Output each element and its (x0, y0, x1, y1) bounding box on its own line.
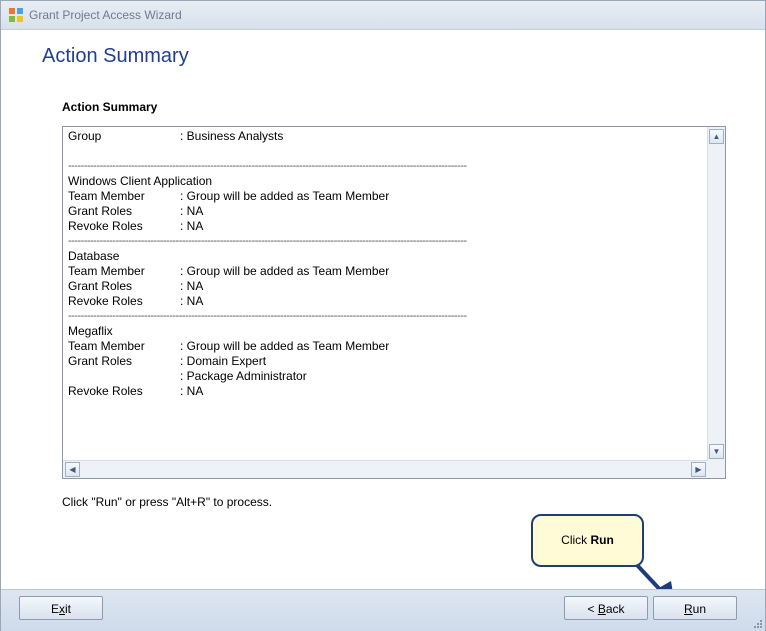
summary-value: : NA (180, 294, 204, 308)
callout-emphasis: Run (590, 533, 614, 547)
summary-entry: Revoke Roles : NA (68, 384, 548, 399)
summary-entry: Team Member : Group will be added as Team… (68, 339, 548, 354)
summary-value: : NA (180, 279, 204, 293)
scroll-down-icon[interactable]: ▼ (709, 444, 724, 459)
scroll-up-icon[interactable]: ▲ (709, 129, 724, 144)
summary-entry: Revoke Roles : NA (68, 294, 548, 309)
summary-value: : Domain Expert (180, 354, 267, 368)
summary-separator: ----------------------------------------… (68, 310, 467, 322)
app-icon (9, 8, 23, 22)
summary-entry: Group : Business Analysts (68, 129, 548, 144)
summary-value: : Business Analysts (180, 129, 284, 143)
section-label: Action Summary (62, 100, 158, 114)
summary-entry: Grant Roles : NA (68, 279, 548, 294)
summary-section-title: Database (68, 249, 120, 263)
summary-entry: Revoke Roles : NA (68, 219, 548, 234)
summary-separator: ----------------------------------------… (68, 160, 467, 172)
run-button[interactable]: Run (653, 596, 737, 620)
summary-entry: Team Member : Group will be added as Team… (68, 189, 548, 204)
summary-entry: Grant Roles : Domain Expert (68, 354, 548, 369)
summary-value: : Package Administrator (180, 369, 307, 383)
summary-key: Team Member (68, 189, 145, 203)
summary-key: Group (68, 129, 102, 143)
back-button[interactable]: < Back (564, 596, 648, 620)
summary-key: Revoke Roles (68, 294, 143, 308)
summary-key: Grant Roles (68, 354, 133, 368)
title-bar: Grant Project Access Wizard (1, 1, 765, 30)
summary-key: Team Member (68, 339, 145, 353)
page-title: Action Summary (42, 45, 189, 67)
summary-separator: ----------------------------------------… (68, 235, 467, 247)
scroll-left-icon[interactable]: ◀ (65, 462, 80, 477)
resize-grip-icon[interactable] (753, 619, 763, 629)
scrollbar-corner (708, 461, 725, 478)
vertical-scrollbar[interactable]: ▲ ▼ (707, 127, 725, 461)
summary-lines: Group : Business Analysts ---------------… (68, 129, 548, 399)
summary-value: : Group will be added as Team Member (180, 189, 390, 203)
button-bar: Exit < Back Run (1, 589, 765, 631)
summary-key: Grant Roles (68, 204, 133, 218)
scroll-right-icon[interactable]: ▶ (691, 462, 706, 477)
summary-entry: Grant Roles : NA (68, 204, 548, 219)
instruction-text: Click "Run" or press "Alt+R" to process. (62, 495, 273, 509)
summary-value: : Group will be added as Team Member (180, 264, 390, 278)
summary-key: Team Member (68, 264, 145, 278)
wizard-window: Grant Project Access Wizard Action Summa… (0, 0, 766, 631)
summary-key: Revoke Roles (68, 219, 143, 233)
exit-button[interactable]: Exit (19, 596, 103, 620)
horizontal-scrollbar[interactable]: ◀ ▶ (63, 460, 708, 478)
summary-key: Grant Roles (68, 279, 133, 293)
click-run-callout: Click Run (531, 514, 644, 567)
summary-blank-line (68, 144, 548, 159)
summary-value: : NA (180, 204, 204, 218)
summary-section-title: Megaflix (68, 324, 113, 338)
summary-value: : NA (180, 384, 204, 398)
summary-entry: : Package Administrator (68, 369, 548, 384)
summary-entry: Team Member : Group will be added as Team… (68, 264, 548, 279)
summary-value: : NA (180, 219, 204, 233)
summary-value: : Group will be added as Team Member (180, 339, 390, 353)
action-summary-textbox[interactable]: Group : Business Analysts ---------------… (62, 126, 726, 479)
callout-prefix: Click (561, 533, 591, 547)
summary-section-title: Windows Client Application (68, 174, 213, 188)
summary-key: Revoke Roles (68, 384, 143, 398)
window-title: Grant Project Access Wizard (29, 8, 182, 22)
